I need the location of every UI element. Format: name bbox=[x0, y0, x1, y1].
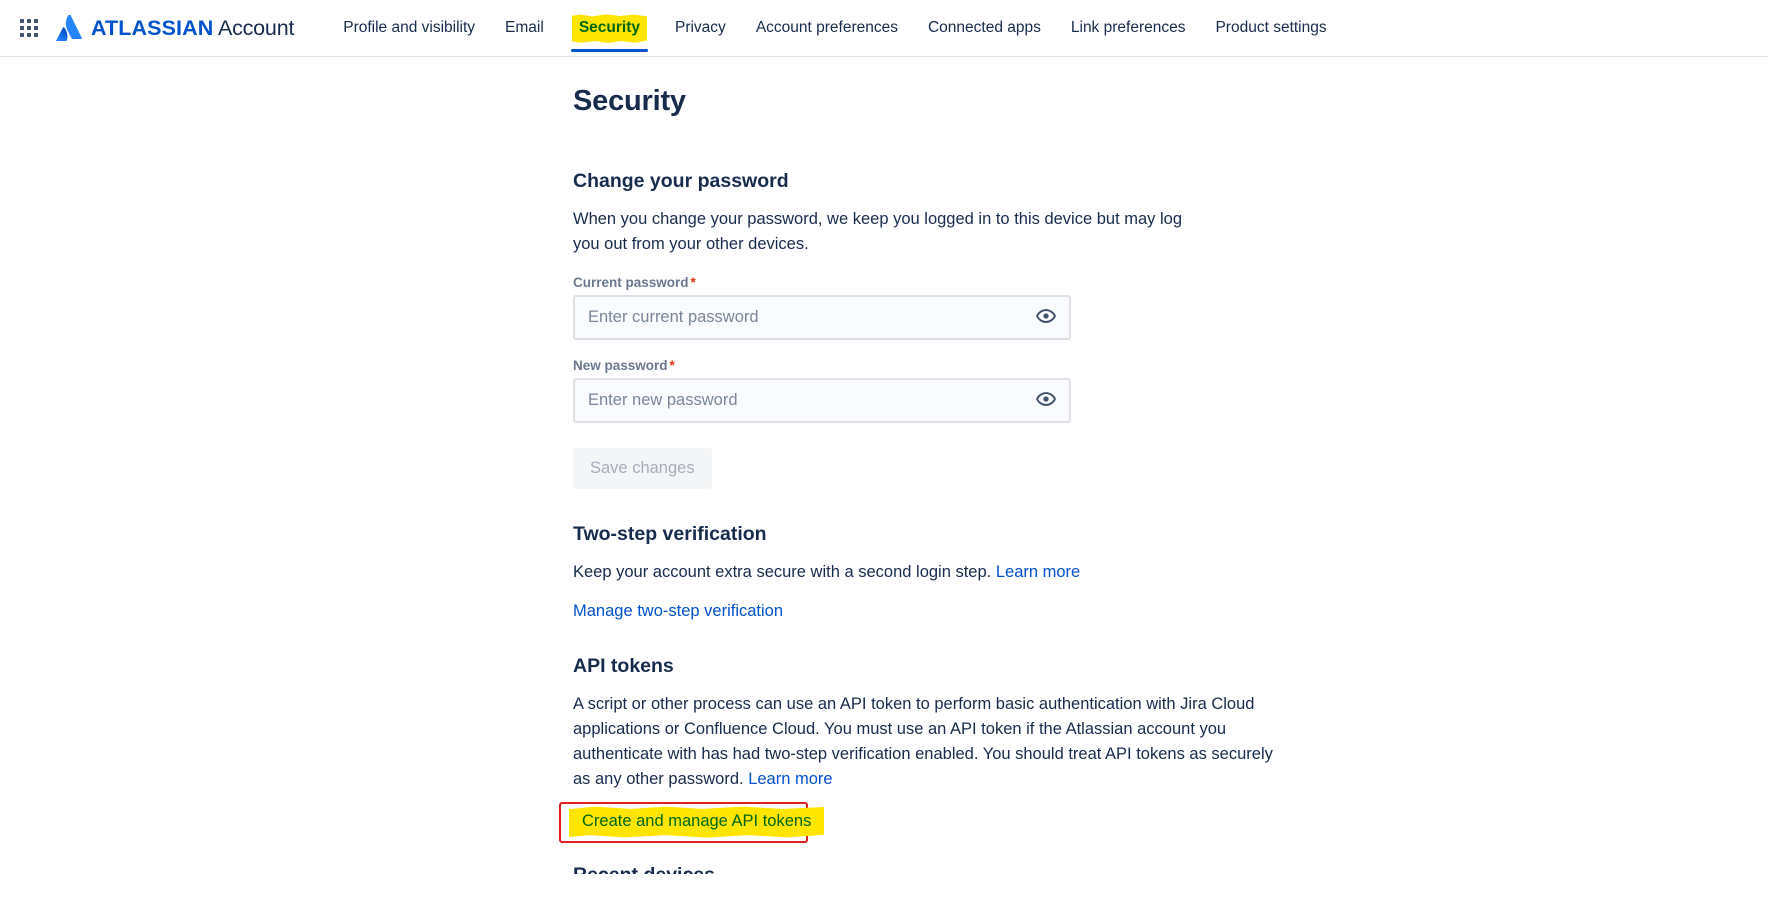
nav-item-security[interactable]: Security bbox=[559, 0, 660, 56]
grid-apps-icon[interactable] bbox=[16, 15, 42, 41]
toggle-new-password-visibility-button[interactable] bbox=[1032, 387, 1060, 415]
current-password-input[interactable] bbox=[575, 297, 1069, 338]
nav-item-link-preferences[interactable]: Link preferences bbox=[1056, 0, 1201, 56]
current-password-label: Current password * bbox=[573, 275, 1768, 290]
create-manage-api-tokens-row: Create and manage API tokens bbox=[559, 802, 820, 843]
new-password-field-group: New password * bbox=[573, 358, 1768, 423]
nav-label: Email bbox=[505, 19, 544, 36]
change-password-heading: Change your password bbox=[573, 170, 789, 192]
current-password-field-group: Current password * bbox=[573, 275, 1768, 340]
toggle-current-password-visibility-button[interactable] bbox=[1032, 304, 1060, 332]
two-step-learn-more-link[interactable]: Learn more bbox=[996, 563, 1080, 581]
nav-item-product-settings[interactable]: Product settings bbox=[1200, 0, 1341, 56]
page-title: Security bbox=[573, 85, 686, 117]
nav-item-profile-and-visibility[interactable]: Profile and visibility bbox=[328, 0, 490, 56]
nav-item-email[interactable]: Email bbox=[490, 0, 559, 56]
required-asterisk: * bbox=[690, 275, 696, 290]
atlassian-account-brand[interactable]: ATLASSIAN Account bbox=[56, 15, 294, 41]
eye-icon bbox=[1035, 388, 1057, 413]
brand-title: ATLASSIAN Account bbox=[91, 16, 294, 41]
api-tokens-learn-more-link[interactable]: Learn more bbox=[748, 770, 832, 788]
nav-label: Privacy bbox=[674, 19, 726, 36]
save-changes-button[interactable]: Save changes bbox=[573, 448, 712, 489]
new-password-input[interactable] bbox=[575, 380, 1069, 421]
current-password-label-text: Current password bbox=[573, 275, 689, 290]
nav-item-privacy[interactable]: Privacy bbox=[660, 0, 741, 56]
api-tokens-description-text: A script or other process can use an API… bbox=[573, 695, 1273, 788]
api-tokens-heading: API tokens bbox=[573, 655, 674, 677]
new-password-label-text: New password bbox=[573, 358, 668, 373]
two-step-description-text: Keep your account extra secure with a se… bbox=[573, 563, 992, 581]
brand-regular-text: Account bbox=[217, 15, 295, 40]
nav-label: Account preferences bbox=[755, 19, 898, 36]
new-password-input-wrap[interactable] bbox=[573, 378, 1071, 423]
change-password-section: Change your password When you change you… bbox=[573, 170, 1768, 489]
nav-label: Product settings bbox=[1215, 19, 1327, 36]
primary-nav: Profile and visibility Email Security Pr… bbox=[328, 0, 1341, 56]
nav-label: Profile and visibility bbox=[343, 19, 476, 36]
required-asterisk: * bbox=[669, 358, 675, 373]
nav-item-account-preferences[interactable]: Account preferences bbox=[741, 0, 913, 56]
brand-bold-text: ATLASSIAN bbox=[91, 15, 214, 40]
manage-two-step-verification-link[interactable]: Manage two-step verification bbox=[573, 602, 1768, 621]
create-and-manage-api-tokens-link[interactable]: Create and manage API tokens bbox=[573, 809, 820, 834]
nav-item-connected-apps[interactable]: Connected apps bbox=[913, 0, 1056, 56]
atlassian-logo-icon bbox=[56, 15, 82, 41]
two-step-verification-heading: Two-step verification bbox=[573, 523, 767, 545]
two-step-verification-section: Two-step verification Keep your account … bbox=[573, 523, 1768, 621]
top-navigation-bar: ATLASSIAN Account Profile and visibility… bbox=[0, 0, 1768, 57]
api-tokens-description: A script or other process can use an API… bbox=[573, 692, 1293, 792]
new-password-label: New password * bbox=[573, 358, 1768, 373]
eye-icon bbox=[1035, 305, 1057, 330]
change-password-description: When you change your password, we keep y… bbox=[573, 210, 1183, 253]
security-page: Security Change your password When you c… bbox=[0, 57, 1768, 874]
nav-label: Link preferences bbox=[1070, 19, 1186, 36]
current-password-input-wrap[interactable] bbox=[573, 295, 1071, 340]
api-tokens-section: API tokens A script or other process can… bbox=[559, 655, 1768, 843]
two-step-verification-description: Keep your account extra secure with a se… bbox=[573, 560, 1293, 585]
nav-label-highlighted: Security bbox=[574, 17, 645, 39]
nav-label: Connected apps bbox=[927, 19, 1041, 36]
recent-devices-heading: Recent devices bbox=[573, 864, 1768, 874]
